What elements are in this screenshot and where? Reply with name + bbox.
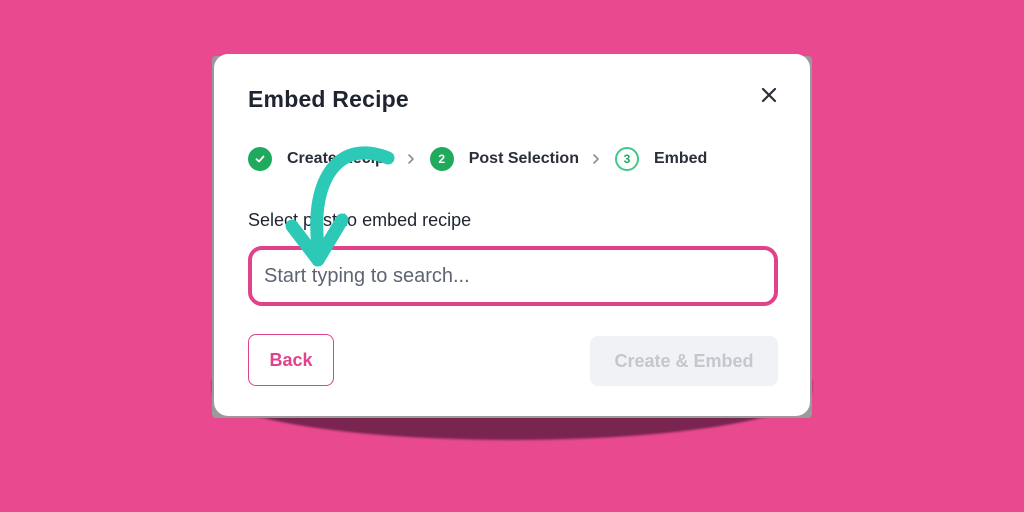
close-icon[interactable] <box>758 84 780 106</box>
step-number-badge: 3 <box>614 147 639 171</box>
post-search-input[interactable] <box>248 246 778 306</box>
step-create-recipe: Create Recipe <box>248 147 394 171</box>
chevron-right-icon <box>406 153 416 165</box>
search-label: Select post to embed recipe <box>248 210 472 230</box>
check-icon <box>248 147 272 171</box>
embed-recipe-modal: Embed Recipe Create Recipe 2 Post Select… <box>214 54 810 416</box>
chevron-right-icon <box>591 153 601 165</box>
step-embed: 3 Embed <box>614 147 708 171</box>
step-number-badge: 2 <box>429 147 454 171</box>
step-label: Create Recipe <box>287 150 394 167</box>
step-post-selection: 2 Post Selection <box>429 147 579 171</box>
step-label: Post Selection <box>468 150 579 167</box>
back-button[interactable]: Back <box>248 334 334 386</box>
modal-title: Embed Recipe <box>248 86 409 112</box>
step-label: Embed <box>653 150 708 167</box>
stepper: Create Recipe 2 Post Selection 3 Embed <box>248 146 707 172</box>
create-embed-button[interactable]: Create & Embed <box>590 336 778 386</box>
